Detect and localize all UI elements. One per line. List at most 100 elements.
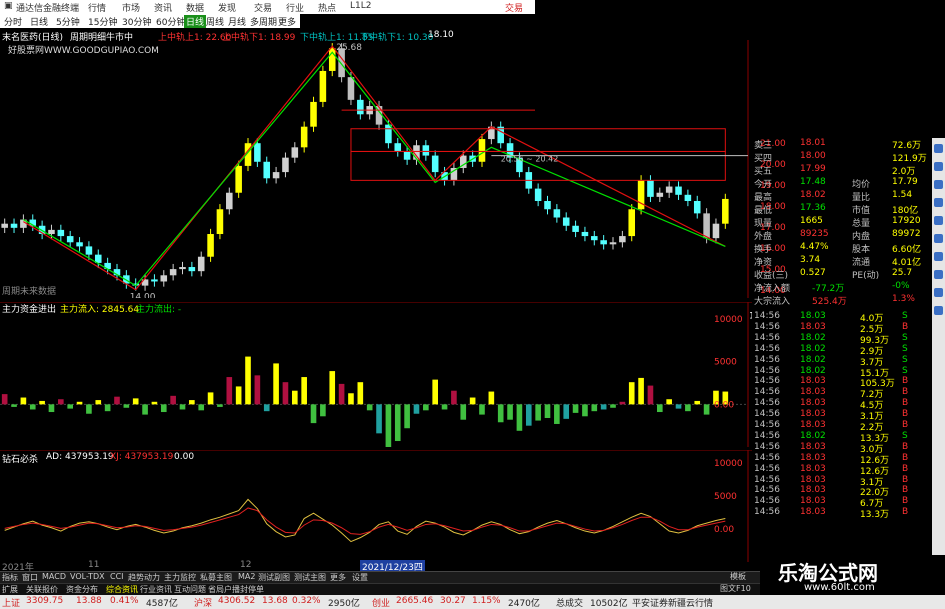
tab-hdwt[interactable]: 互动问题 [174, 584, 206, 595]
tab-more[interactable]: 更多 [330, 572, 346, 583]
tab-zhzx[interactable]: 综合资讯 [106, 584, 138, 595]
status-cy-label: 创业 [372, 599, 391, 609]
tab-chuangkou[interactable]: 窗口 [22, 572, 38, 583]
ind1-tick: 5000 [714, 358, 737, 368]
candle-body [282, 157, 289, 173]
trade-price: 18.03 [800, 376, 826, 387]
main-chart: 25.68 14.00 20.56 ~ 20.42 [1, 40, 749, 298]
tab-vol[interactable]: VOL-TDX [70, 572, 105, 581]
candle-body [478, 139, 486, 162]
flow-bar [544, 404, 551, 418]
menu-jiaoyi[interactable]: 交易 [254, 1, 272, 14]
quote-qty: 72.6万 [892, 141, 922, 151]
period-15min[interactable]: 15分钟 [88, 15, 117, 28]
quote-qty: 25.7 [892, 268, 913, 278]
tool-6-icon[interactable] [934, 234, 943, 243]
tool-5-icon[interactable] [934, 216, 943, 225]
tab-settings[interactable]: 设置 [352, 572, 368, 583]
trade-time: 14:56 [754, 441, 780, 452]
tab-ma2[interactable]: MA2 [238, 572, 255, 581]
period-30min[interactable]: 30分钟 [122, 15, 151, 28]
period-month[interactable]: 月线 [228, 15, 246, 28]
tool-4-icon[interactable] [934, 198, 943, 207]
candle-body [310, 101, 317, 127]
quote-label-2: 股本 [852, 245, 871, 255]
flow-bar [619, 401, 626, 405]
menu-redian[interactable]: 热点 [318, 1, 336, 14]
status-hs-chg: 13.68 [262, 596, 288, 606]
ad-series-ad [4, 498, 726, 543]
tool-3-icon[interactable] [934, 180, 943, 189]
ad-series-xj [4, 507, 726, 535]
tab-template[interactable]: 模板 [730, 571, 746, 582]
x-label-1: 11 [88, 560, 100, 570]
candle-body [703, 213, 710, 239]
flow-bar [703, 404, 710, 415]
period-multi[interactable]: 多周期 [250, 15, 277, 28]
period-fenshi[interactable]: 分时 [4, 15, 22, 28]
trade-side: B [902, 474, 909, 485]
tool-9-icon[interactable] [934, 288, 943, 297]
trade-link[interactable]: 交易 [505, 1, 523, 14]
menu-hangqing[interactable]: 行情 [88, 1, 106, 14]
flow-bar [217, 404, 223, 407]
flow-bar [451, 390, 457, 405]
tool-8-icon[interactable] [934, 270, 943, 279]
tab-hyzx[interactable]: 行业资讯 [140, 584, 172, 595]
tab-sjh[interactable]: 省局户播封停单 [208, 584, 264, 595]
quote-value: 17.36 [800, 203, 826, 213]
tool-2-icon[interactable] [934, 162, 943, 171]
menu-l1l2[interactable]: L1L2 [350, 1, 371, 11]
period-rixian[interactable]: 日线 [30, 15, 48, 28]
trade-side: S [902, 332, 908, 343]
quote-qty: 1.3% [892, 294, 915, 304]
flow-bar [39, 400, 45, 405]
menu-shichang[interactable]: 市场 [122, 1, 140, 14]
tab-macd[interactable]: MACD [42, 572, 66, 581]
tab-qsdl[interactable]: 趋势动力 [128, 572, 160, 583]
tab-kuozhan[interactable]: 扩展 [2, 584, 18, 595]
period-day-active[interactable]: 日线 [184, 15, 207, 28]
candle-body [76, 242, 83, 247]
trade-price: 18.02 [800, 354, 826, 365]
quote-value: 18.00 [800, 151, 826, 161]
tab-f10[interactable]: 图文F10 [720, 583, 751, 594]
tab-cszt[interactable]: 测试主图 [294, 572, 326, 583]
period-more[interactable]: 更多 [278, 15, 296, 28]
quote-qty: 180亿 [892, 206, 919, 216]
tab-glbj[interactable]: 关联报价 [26, 584, 58, 595]
period-60min[interactable]: 60分钟 [156, 15, 185, 28]
menu-shuju[interactable]: 数据 [186, 1, 204, 14]
tab-zljk[interactable]: 主力监控 [164, 572, 196, 583]
tab-zhibiao[interactable]: 指标 [2, 572, 18, 583]
tool-7-icon[interactable] [934, 252, 943, 261]
watermark: 乐淘公式网 www.60lt.com [760, 555, 945, 595]
tab-zjfb[interactable]: 资金分布 [66, 584, 98, 595]
tool-1-icon[interactable] [934, 144, 943, 153]
candle-body [581, 231, 589, 237]
tab-csft[interactable]: 测试副图 [258, 572, 290, 583]
tab-cci[interactable]: CCI [110, 572, 124, 581]
candle-body [272, 172, 280, 179]
menu-faxian[interactable]: 发现 [218, 1, 236, 14]
period-5min[interactable]: 5分钟 [56, 15, 80, 28]
period-week[interactable]: 周线 [206, 15, 224, 28]
flow-bar [151, 401, 158, 405]
trade-price: 18.03 [800, 321, 826, 332]
menu-hangye[interactable]: 行业 [286, 1, 304, 14]
quote-label: 现量 [754, 219, 773, 229]
ind1-tick: 0.00 [714, 400, 734, 410]
quote-qty: 17920 [892, 216, 921, 226]
flow-bar [647, 385, 654, 405]
quote-value: 3.74 [800, 255, 821, 265]
tool-10-icon[interactable] [934, 306, 943, 315]
flow-bar [582, 404, 588, 417]
quote-label: 买四 [754, 154, 773, 164]
ind1-tick: 10000 [714, 315, 743, 325]
flow-bar [610, 404, 616, 408]
candle-body [319, 70, 327, 102]
tab-smzt[interactable]: 私募主图 [200, 572, 232, 583]
flow-bar [685, 404, 691, 412]
flow-bar [497, 404, 504, 423]
menu-zixun[interactable]: 资讯 [154, 1, 172, 14]
